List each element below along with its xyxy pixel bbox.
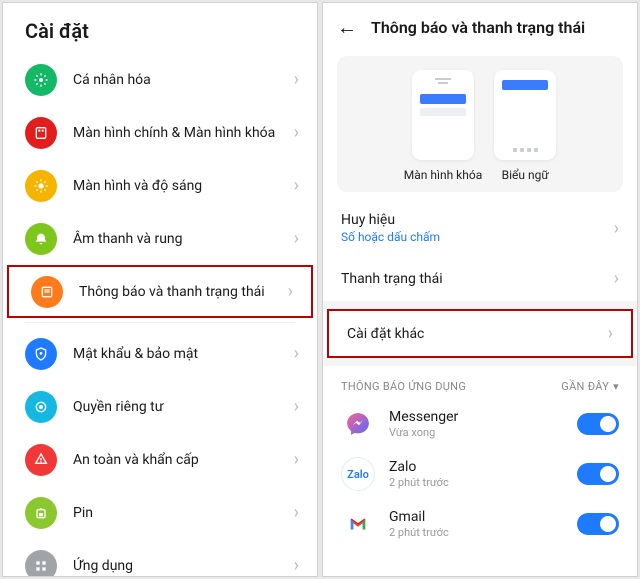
app-name: Zalo: [389, 459, 563, 475]
apps-icon: [25, 550, 57, 578]
row-badges[interactable]: Huy hiệu Số hoặc dấu chấm ›: [323, 200, 637, 256]
divider: [25, 322, 295, 323]
lockscreen-thumb: [412, 70, 474, 160]
notifications-icon: [31, 276, 63, 308]
row-label: Mật khẩu & bảo mật: [73, 346, 294, 362]
toggle-switch[interactable]: [577, 413, 619, 435]
chevron-right-icon: ›: [294, 175, 299, 196]
chevron-right-icon: ›: [294, 69, 299, 90]
toggle-switch[interactable]: [577, 463, 619, 485]
row-battery[interactable]: Pin ›: [3, 486, 317, 539]
sound-icon: [25, 223, 57, 255]
battery-icon: [25, 497, 57, 529]
app-sub: 2 phút trước: [389, 476, 563, 489]
section-divider: [323, 301, 637, 309]
app-info: Zalo 2 phút trước: [389, 459, 563, 489]
brightness-icon: [25, 170, 57, 202]
row-apps[interactable]: Ứng dụng ›: [3, 539, 317, 577]
preview-lockscreen[interactable]: Màn hình khóa: [404, 70, 482, 182]
apps-header-label: THÔNG BÁO ỨNG DỤNG: [341, 380, 466, 393]
row-label: Huy hiệu: [341, 212, 440, 228]
row-label: Cài đặt khác: [347, 326, 424, 342]
row-other-settings[interactable]: Cài đặt khác ›: [327, 309, 633, 358]
app-row-zalo[interactable]: Zalo Zalo 2 phút trước: [323, 449, 637, 499]
privacy-icon: [25, 391, 57, 423]
chevron-right-icon: ›: [294, 122, 299, 143]
app-sub: 2 phút trước: [389, 526, 563, 539]
row-label: Quyền riêng tư: [73, 399, 294, 415]
messenger-icon: [341, 407, 375, 441]
chevron-right-icon: ›: [614, 268, 619, 289]
row-notifications-statusbar[interactable]: Thông báo và thanh trạng thái ›: [7, 265, 313, 318]
app-name: Gmail: [389, 509, 563, 525]
chevron-right-icon: ›: [294, 343, 299, 364]
chevron-right-icon: ›: [614, 218, 619, 239]
row-label: Màn hình chính & Màn hình khóa: [73, 125, 294, 141]
chevron-right-icon: ›: [294, 449, 299, 470]
gmail-icon: [341, 507, 375, 541]
row-label: Màn hình và độ sáng: [73, 178, 294, 194]
caret-down-icon: ▾: [613, 380, 619, 393]
screen-title: Thông báo và thanh trạng thái: [371, 18, 585, 37]
app-name: Messenger: [389, 409, 563, 425]
row-privacy[interactable]: Quyền riêng tư ›: [3, 380, 317, 433]
settings-title: Cài đặt: [3, 3, 317, 53]
row-label: Thanh trạng thái: [341, 271, 443, 287]
chevron-right-icon: ›: [294, 502, 299, 523]
back-button[interactable]: ←: [337, 15, 357, 40]
app-notifications-header: THÔNG BÁO ỨNG DỤNG GẦN ĐÂY ▾: [323, 366, 637, 399]
preview-label: Biểu ngữ: [502, 168, 549, 182]
app-row-gmail[interactable]: Gmail 2 phút trước: [323, 499, 637, 549]
app-row-messenger[interactable]: Messenger Vừa xong: [323, 399, 637, 449]
row-personalization[interactable]: Cá nhân hóa ›: [3, 53, 317, 106]
section-divider: [323, 358, 637, 366]
app-sub: Vừa xong: [389, 426, 563, 439]
row-sublabel: Số hoặc dấu chấm: [341, 230, 440, 244]
row-password-security[interactable]: Mật khẩu & bảo mật ›: [3, 327, 317, 380]
settings-list: Cá nhân hóa › Màn hình chính & Màn hình …: [3, 53, 317, 577]
emergency-icon: [25, 444, 57, 476]
preview-card: Màn hình khóa Biểu ngữ: [337, 56, 623, 192]
app-info: Messenger Vừa xong: [389, 409, 563, 439]
chevron-right-icon: ›: [294, 228, 299, 249]
apps-sort-dropdown[interactable]: GẦN ĐÂY ▾: [561, 380, 619, 393]
row-label: Thông báo và thanh trạng thái: [79, 284, 288, 300]
personalization-icon: [25, 64, 57, 96]
header: ← Thông báo và thanh trạng thái: [323, 3, 637, 50]
preview-banner[interactable]: Biểu ngữ: [494, 70, 556, 182]
sort-label: GẦN ĐÂY: [561, 380, 609, 393]
chevron-right-icon: ›: [608, 323, 613, 344]
chevron-right-icon: ›: [294, 396, 299, 417]
row-status-bar[interactable]: Thanh trạng thái ›: [323, 256, 637, 301]
chevron-right-icon: ›: [288, 281, 293, 302]
chevron-right-icon: ›: [294, 555, 299, 576]
zalo-icon: Zalo: [341, 457, 375, 491]
row-label: Ứng dụng: [73, 558, 294, 574]
banner-thumb: [494, 70, 556, 160]
row-display[interactable]: Màn hình và độ sáng ›: [3, 159, 317, 212]
row-safety-emergency[interactable]: An toàn và khẩn cấp ›: [3, 433, 317, 486]
row-sound[interactable]: Âm thanh và rung ›: [3, 212, 317, 265]
row-label: Pin: [73, 505, 294, 521]
row-label: An toàn và khẩn cấp: [73, 452, 294, 468]
row-home-lock[interactable]: Màn hình chính & Màn hình khóa ›: [3, 106, 317, 159]
preview-label: Màn hình khóa: [404, 168, 482, 182]
row-label: Âm thanh và rung: [73, 231, 294, 247]
home-lock-icon: [25, 117, 57, 149]
app-info: Gmail 2 phút trước: [389, 509, 563, 539]
row-label: Cá nhân hóa: [73, 72, 294, 88]
settings-screen: Cài đặt Cá nhân hóa › Màn hình chính & M…: [2, 2, 318, 577]
notifications-screen: ← Thông báo và thanh trạng thái Màn hình…: [322, 2, 638, 577]
toggle-switch[interactable]: [577, 513, 619, 535]
shield-icon: [25, 338, 57, 370]
